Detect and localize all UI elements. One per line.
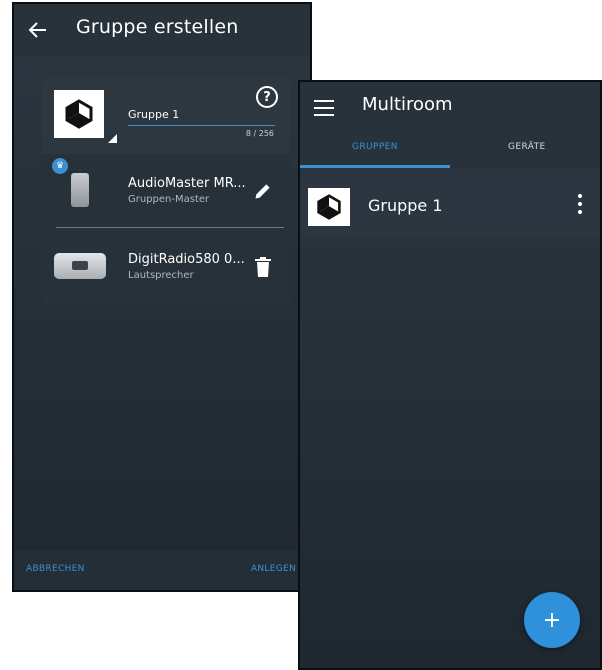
speaker-image — [71, 173, 89, 207]
trash-icon — [255, 257, 271, 277]
device-name: AudioMaster MR... — [128, 176, 246, 191]
back-button[interactable] — [26, 18, 50, 42]
multiroom-screen: Multiroom GRUPPEN GERÄTE Gruppe 1 + — [298, 80, 602, 670]
group-image — [308, 188, 350, 226]
dropdown-corner-icon — [108, 134, 117, 143]
cube-icon — [65, 99, 93, 129]
group-list-item[interactable]: Gruppe 1 — [300, 176, 600, 236]
device-image — [52, 244, 108, 288]
page-title: Gruppe erstellen — [76, 16, 239, 38]
tab-groups[interactable]: GRUPPEN — [352, 142, 398, 152]
menu-button[interactable] — [314, 100, 336, 118]
device-row: DigitRadio580 0... Lautsprecher — [42, 230, 290, 302]
cube-icon — [317, 194, 341, 220]
create-group-screen: Gruppe erstellen 8 / 256 ? ♛ — [12, 2, 312, 592]
app-bar: Gruppe erstellen — [14, 4, 310, 56]
radio-image — [54, 253, 106, 279]
group-options-button[interactable] — [576, 194, 584, 214]
device-image — [52, 168, 108, 212]
pencil-icon — [255, 184, 270, 199]
divider — [56, 227, 284, 228]
device-role: Lautsprecher — [128, 270, 194, 281]
tab-devices[interactable]: GERÄTE — [508, 142, 546, 152]
page-title: Multiroom — [362, 94, 453, 115]
plus-icon: + — [542, 607, 562, 633]
group-name: Gruppe 1 — [368, 196, 443, 215]
group-name-input[interactable] — [128, 104, 274, 124]
group-image-button[interactable] — [54, 90, 104, 138]
bottom-action-bar: ABBRECHEN ANLEGEN — [14, 550, 310, 590]
group-name-section: 8 / 256 ? — [42, 76, 290, 154]
crown-icon: ♛ — [52, 158, 68, 174]
device-row: ♛ AudioMaster MR... Gruppen-Master — [42, 154, 290, 226]
device-name: DigitRadio580 0... — [128, 252, 245, 267]
arrow-left-icon — [28, 22, 46, 38]
group-card: 8 / 256 ? ♛ AudioMaster MR... Gruppen-Ma… — [42, 76, 290, 304]
app-bar: Multiroom GRUPPEN GERÄTE — [300, 82, 600, 168]
help-button[interactable]: ? — [256, 86, 278, 108]
input-underline — [128, 125, 275, 126]
create-button[interactable]: ANLEGEN — [251, 564, 296, 574]
device-role: Gruppen-Master — [128, 194, 210, 205]
tab-indicator — [300, 165, 450, 168]
character-counter: 8 / 256 — [245, 129, 274, 138]
add-group-button[interactable]: + — [524, 592, 580, 648]
delete-device-button[interactable] — [250, 254, 276, 280]
edit-device-button[interactable] — [250, 178, 276, 204]
help-circle-icon: ? — [263, 89, 271, 105]
cancel-button[interactable]: ABBRECHEN — [26, 564, 85, 574]
